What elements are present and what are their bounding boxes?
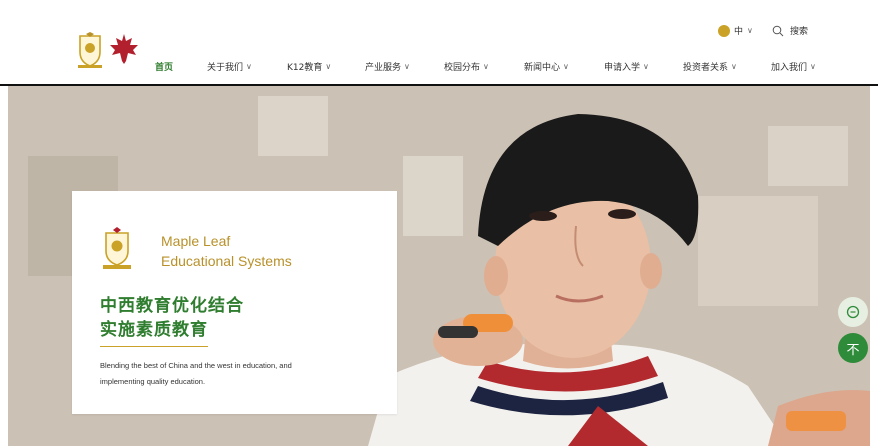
brand-name-line1: Maple Leaf	[161, 233, 231, 249]
chevron-down-icon: ∨	[483, 62, 489, 71]
main-nav: 首页 关于我们 ∨ K12教育 ∨ 产业服务 ∨ 校园分布 ∨ 新闻中心 ∨ 申请入学 ∨ …	[0, 60, 878, 78]
chevron-down-icon: ∨	[325, 62, 332, 71]
site-header: 中 ∨ 搜索 首页 关于我们 ∨ K12教育 ∨ 产业服务 ∨ 校园分布 ∨ 新…	[0, 0, 878, 86]
chevron-down-icon: ∨	[563, 62, 569, 71]
chat-bubble-icon	[846, 305, 860, 319]
chevron-down-icon: ∨	[246, 62, 252, 71]
chevron-down-icon: ∨	[404, 62, 410, 71]
language-label: 中	[734, 27, 744, 37]
nav-item-k12[interactable]: K12教育 ∨	[287, 60, 331, 73]
search-label: 搜索	[790, 27, 809, 37]
chevron-down-icon: ∨	[747, 26, 753, 35]
chevron-down-icon: ∨	[810, 62, 816, 71]
nav-item-news[interactable]: 新闻中心 ∨	[524, 60, 569, 73]
chat-button[interactable]	[838, 297, 868, 327]
hero-headline-line1: 中西教育优化结合	[100, 296, 244, 316]
page: 中 ∨ 搜索 首页 关于我们 ∨ K12教育 ∨ 产业服务 ∨ 校园分布 ∨ 新…	[0, 0, 878, 446]
nav-item-join[interactable]: 加入我们 ∨	[771, 60, 816, 73]
hero-headline-line2: 实施素质教育	[100, 320, 208, 340]
nav-item-home[interactable]: 首页	[155, 60, 173, 73]
hero-description-line2: implementing quality education.	[100, 377, 206, 386]
search-icon	[772, 25, 784, 36]
school-crest-icon	[103, 227, 131, 269]
hero-intro-card: Maple Leaf Educational Systems 中西教育优化结合 …	[72, 191, 397, 414]
nav-item-industry[interactable]: 产业服务 ∨	[365, 60, 410, 73]
language-globe-icon	[718, 24, 730, 37]
nav-item-campus[interactable]: 校园分布 ∨	[444, 60, 489, 73]
hero-description-line1: Blending the best of China and the west …	[100, 361, 292, 370]
back-to-top-icon: 不	[846, 342, 860, 358]
nav-item-investors[interactable]: 投资者关系 ∨	[683, 60, 737, 73]
chevron-down-icon: ∨	[643, 62, 649, 71]
nav-item-admission[interactable]: 申请入学 ∨	[604, 60, 649, 73]
search-button[interactable]: 搜索	[772, 24, 808, 37]
language-selector[interactable]: 中 ∨	[718, 24, 753, 37]
card-divider	[100, 346, 208, 347]
back-to-top-button[interactable]: 不	[838, 333, 868, 363]
nav-item-about[interactable]: 关于我们 ∨	[207, 60, 252, 73]
chevron-down-icon: ∨	[731, 62, 737, 71]
brand-name-line2: Educational Systems	[161, 253, 292, 269]
